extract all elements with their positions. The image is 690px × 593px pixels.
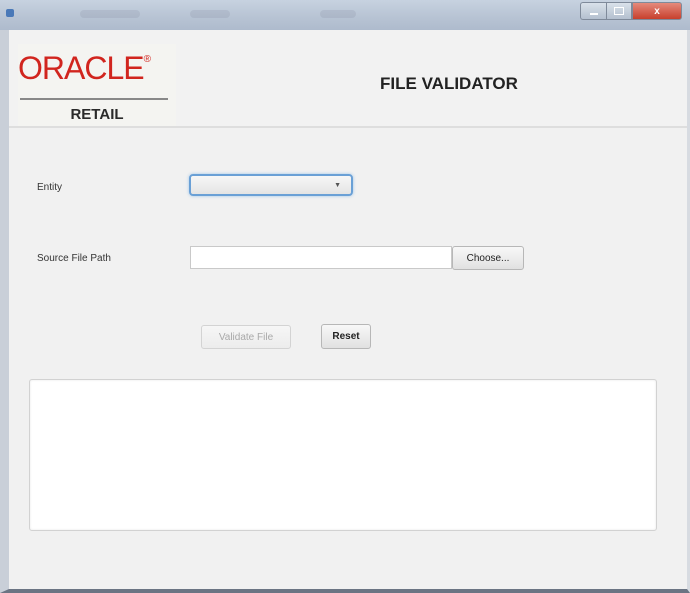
chevron-down-icon: ▼ xyxy=(334,182,341,189)
app-icon xyxy=(6,9,14,17)
app-header: ORACLE® RETAIL FILE VALIDATOR xyxy=(9,30,687,128)
source-file-path-label: Source File Path xyxy=(37,253,111,264)
logo-divider xyxy=(20,98,168,100)
output-text-area[interactable] xyxy=(29,379,657,531)
reset-button[interactable]: Reset xyxy=(321,324,371,349)
entity-label: Entity xyxy=(37,182,63,193)
minimize-button[interactable] xyxy=(580,2,606,20)
maximize-button[interactable] xyxy=(606,2,632,20)
title-bar[interactable]: x xyxy=(0,0,690,30)
close-button[interactable]: x xyxy=(632,2,682,20)
title-bar-blur xyxy=(320,10,356,18)
logo-brand: ORACLE® xyxy=(18,50,151,86)
source-file-path-input[interactable] xyxy=(190,246,452,269)
page-title: FILE VALIDATOR xyxy=(380,74,518,93)
logo-subbrand: RETAIL xyxy=(70,106,124,123)
validate-file-button[interactable]: Validate File xyxy=(201,325,291,349)
app-window: x ORACLE® RETAIL FILE VALIDATOR Entity ▼… xyxy=(0,0,690,593)
entity-select[interactable]: ▼ xyxy=(189,174,353,196)
choose-button[interactable]: Choose... xyxy=(452,246,524,270)
title-bar-blur xyxy=(80,10,140,18)
title-bar-blur xyxy=(190,10,230,18)
oracle-retail-logo: ORACLE® RETAIL xyxy=(18,44,176,126)
